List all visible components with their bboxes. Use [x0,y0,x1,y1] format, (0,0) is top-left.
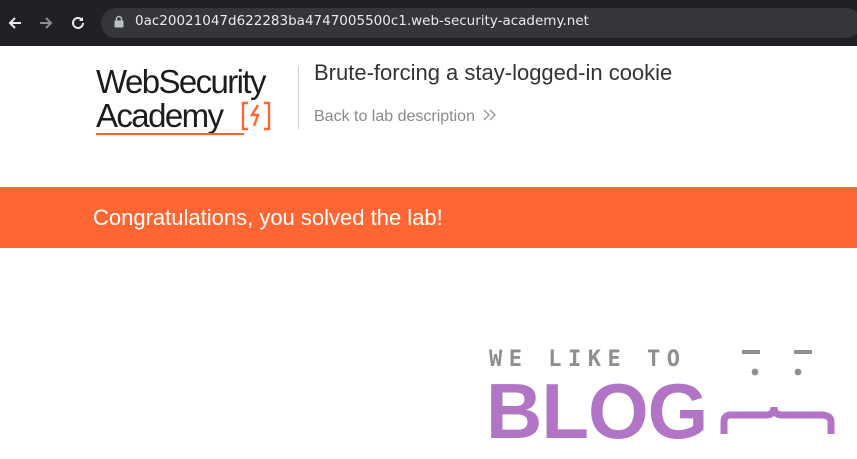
logo-line1: WebSecurity [96,63,266,100]
forward-arrow-icon[interactable] [33,10,59,36]
back-arrow-icon[interactable] [2,10,28,36]
web-security-academy-logo[interactable]: WebSecurity Academy [96,64,296,140]
header-divider [298,66,299,129]
double-chevron-right-icon [483,108,497,126]
lab-solved-banner: Congratulations, you solved the lab! [0,187,857,248]
browser-toolbar: 0ac20021047d622283ba4747005500c1.web-sec… [0,0,857,46]
hero-title: BLOG [486,367,708,455]
back-link-label: Back to lab description [314,108,475,125]
solved-message: Congratulations, you solved the lab! [93,205,443,230]
lab-title: Brute-forcing a stay-logged-in cookie [314,60,673,85]
reload-icon[interactable] [65,10,91,36]
logo-underline [96,133,244,135]
url-text[interactable]: 0ac20021047d622283ba4747005500c1.web-sec… [135,13,589,29]
bracket-face-icon [718,346,843,451]
lightning-bracket-icon [241,100,271,137]
logo-line2: Academy [96,97,224,134]
lock-icon[interactable] [114,15,124,33]
back-to-lab-description-link[interactable]: Back to lab description [314,108,497,126]
